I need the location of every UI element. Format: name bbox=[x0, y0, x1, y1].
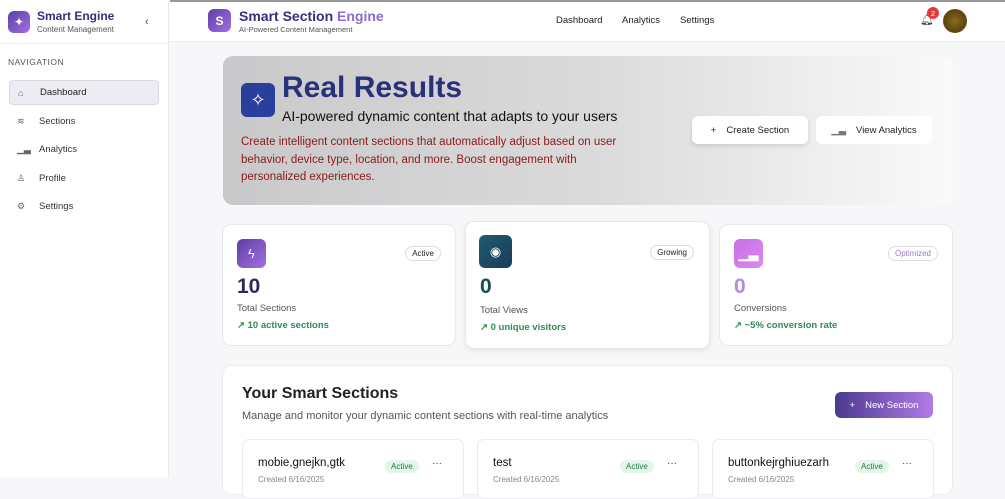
created-date: Created 6/16/2025 bbox=[493, 475, 560, 484]
sidebar-item-dashboard[interactable]: ⌂ Dashboard bbox=[9, 80, 159, 105]
sidebar-item-label: Analytics bbox=[39, 144, 78, 155]
section-card[interactable]: test Active ··· Created 6/16/2025 bbox=[477, 439, 699, 499]
stat-label: Total Views bbox=[480, 305, 528, 316]
sidebar-item-settings[interactable]: ⚙ Settings bbox=[9, 194, 159, 219]
created-date: Created 6/16/2025 bbox=[728, 475, 795, 484]
plus-icon: + bbox=[710, 124, 717, 136]
app-title: Smart Section Engine bbox=[239, 8, 384, 24]
new-section-button[interactable]: + New Section bbox=[835, 392, 933, 418]
sparkles-icon: ✦ bbox=[8, 10, 30, 33]
section-name: mobie,gnejkn,gtk bbox=[258, 457, 345, 469]
status-badge: Optimized bbox=[887, 246, 938, 261]
notification-badge: 2 bbox=[927, 7, 939, 19]
status-badge: Active bbox=[620, 460, 654, 473]
section-subtitle: Manage and monitor your dynamic content … bbox=[242, 410, 609, 422]
sidebar: ✦ Smart Engine Content Management ‹ NAVIG… bbox=[0, 0, 169, 477]
sidebar-brand: ✦ Smart Engine Content Management ‹ bbox=[0, 0, 168, 44]
avatar[interactable] bbox=[943, 9, 967, 33]
stat-trend: ↗ 0 unique visitors bbox=[480, 322, 566, 333]
nav-analytics[interactable]: Analytics bbox=[622, 15, 660, 26]
stat-trend: ↗ 10 active sections bbox=[237, 320, 329, 331]
sidebar-item-profile[interactable]: ♙ Profile bbox=[9, 166, 159, 191]
home-icon: ⌂ bbox=[18, 87, 24, 98]
trend-text: ~5% conversion rate bbox=[744, 320, 838, 331]
sidebar-item-label: Settings bbox=[39, 201, 74, 212]
sidebar-item-label: Dashboard bbox=[40, 87, 87, 98]
smart-sections-panel: Your Smart Sections Manage and monitor y… bbox=[222, 365, 953, 499]
brand-title: Smart Engine bbox=[37, 9, 115, 23]
trend-up-icon: ↗ bbox=[237, 320, 248, 331]
section-name: test bbox=[493, 457, 512, 469]
sidebar-item-sections[interactable]: ≋ Sections bbox=[9, 109, 159, 134]
stat-value: 0 bbox=[480, 275, 492, 298]
hero-banner: ✧ Real Results AI-powered dynamic conten… bbox=[223, 56, 953, 205]
stat-value: 10 bbox=[237, 275, 261, 298]
sidebar-item-label: Sections bbox=[39, 115, 76, 127]
layers-icon: ≋ bbox=[17, 115, 25, 126]
status-badge: Active bbox=[855, 460, 889, 473]
trend-text: 0 unique visitors bbox=[490, 322, 567, 333]
hero-subtitle: AI-powered dynamic content that adapts t… bbox=[282, 108, 618, 124]
trend-up-icon: ↗ bbox=[480, 322, 491, 333]
app-subtitle: AI-Powered Content Management bbox=[239, 25, 353, 34]
app-title-b: Engine bbox=[333, 8, 384, 24]
bar-chart-icon: ▁▃ bbox=[831, 124, 847, 136]
button-label: Create Section bbox=[726, 124, 790, 136]
button-label: New Section bbox=[865, 399, 919, 411]
more-icon[interactable]: ··· bbox=[432, 458, 442, 469]
trend-up-icon: ↗ bbox=[734, 320, 745, 331]
more-icon[interactable]: ··· bbox=[667, 458, 677, 469]
stat-value: 0 bbox=[734, 275, 746, 298]
sidebar-item-label: Profile bbox=[39, 172, 66, 184]
eye-icon: ◉ bbox=[479, 235, 512, 268]
button-label: View Analytics bbox=[856, 124, 917, 136]
collapse-sidebar-button[interactable]: ‹ bbox=[145, 16, 149, 28]
more-icon[interactable]: ··· bbox=[902, 458, 912, 469]
created-date: Created 6/16/2025 bbox=[258, 475, 325, 484]
status-badge: Active bbox=[385, 460, 419, 473]
gear-icon: ⚙ bbox=[17, 201, 26, 211]
nav-label: NAVIGATION bbox=[8, 57, 65, 67]
status-badge: Active bbox=[405, 246, 441, 261]
app-title-a: Smart Section bbox=[239, 8, 334, 24]
bar-chart-icon: ▁▃ bbox=[17, 144, 31, 154]
stat-label: Conversions bbox=[734, 303, 787, 314]
lightning-icon: ϟ bbox=[237, 239, 266, 268]
section-name: buttonkejrghiuezarh bbox=[728, 457, 830, 469]
nav-settings[interactable]: Settings bbox=[680, 15, 714, 26]
stat-card-views: ◉ Growing 0 Total Views ↗ 0 unique visit… bbox=[465, 221, 710, 349]
stat-card-conversions: ▁▃ Optimized 0 Conversions ↗ ~5% convers… bbox=[719, 224, 953, 346]
hero-title: Real Results bbox=[282, 71, 463, 104]
app-logo: S bbox=[208, 9, 231, 32]
plus-icon: + bbox=[849, 399, 856, 411]
section-card[interactable]: buttonkejrghiuezarh Active ··· Created 6/16… bbox=[712, 439, 934, 499]
sidebar-item-analytics[interactable]: ▁▃ Analytics bbox=[9, 137, 159, 162]
hero-description: Create intelligent content sections that… bbox=[241, 136, 617, 183]
view-analytics-button[interactable]: ▁▃ View Analytics bbox=[816, 116, 932, 144]
stat-label: Total Sections bbox=[237, 303, 297, 314]
brand-subtitle: Content Management bbox=[37, 25, 114, 34]
stat-card-sections: ϟ Active 10 Total Sections ↗ 10 active s… bbox=[222, 224, 456, 346]
trend-text: 10 active sections bbox=[247, 320, 329, 331]
top-bar: S Smart Section Engine AI-Powered Conten… bbox=[170, 0, 1005, 42]
bar-chart-icon: ▁▃ bbox=[734, 239, 763, 268]
user-icon: ♙ bbox=[17, 172, 26, 183]
nav-dashboard[interactable]: Dashboard bbox=[556, 15, 602, 26]
section-card[interactable]: mobie,gnejkn,gtk Active ··· Created 6/16/20… bbox=[242, 439, 464, 499]
stat-trend: ↗ ~5% conversion rate bbox=[734, 320, 837, 331]
status-badge: Growing bbox=[650, 245, 694, 260]
section-title: Your Smart Sections bbox=[242, 385, 399, 402]
sparkles-icon: ✧ bbox=[241, 83, 275, 117]
create-section-button[interactable]: + Create Section bbox=[692, 116, 808, 144]
